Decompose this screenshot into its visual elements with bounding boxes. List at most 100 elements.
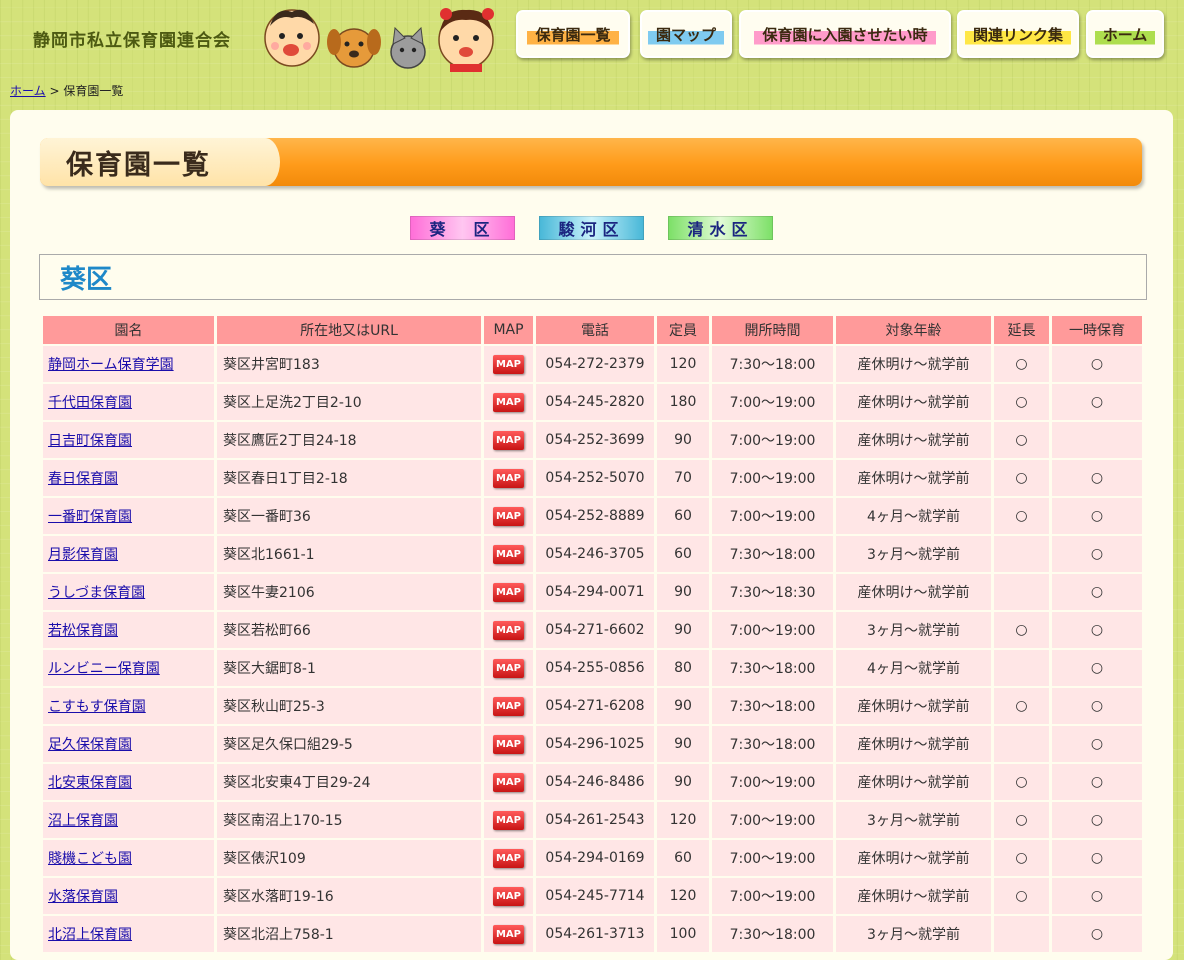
age-cell: 産休明け〜就学前 (836, 726, 991, 762)
nursery-name-link[interactable]: ルンビニー保育園 (48, 661, 160, 677)
phone-cell: 054-255-0856 (536, 650, 654, 686)
age-cell: 3ヶ月〜就学前 (836, 536, 991, 572)
temporary-care-cell: ○ (1052, 460, 1142, 496)
extended-care-cell: ○ (994, 422, 1049, 458)
map-button[interactable]: MAP (493, 886, 524, 906)
table-row: うしづま保育園 葵区牛妻2106 MAP 054-294-0071 90 7:30〜18:… (43, 574, 1142, 610)
ward-link-aoi[interactable]: 葵 区 (410, 216, 515, 240)
nursery-name-link[interactable]: 静岡ホーム保育学園 (48, 357, 174, 373)
nursery-name-link[interactable]: 一番町保育園 (48, 509, 132, 525)
nav-links-button[interactable]: 関連リンク集 (957, 10, 1079, 58)
map-button[interactable]: MAP (493, 848, 524, 868)
map-button[interactable]: MAP (493, 810, 524, 830)
nursery-name-link[interactable]: 沼上保育園 (48, 813, 118, 829)
breadcrumb: ホーム > 保育園一覧 (10, 82, 123, 99)
hours-cell: 7:00〜19:00 (712, 802, 833, 838)
table-row: こすもす保育園 葵区秋山町25-3 MAP 054-271-6208 90 7:30〜18… (43, 688, 1142, 724)
map-button[interactable]: MAP (493, 506, 524, 526)
nursery-name-link[interactable]: こすもす保育園 (48, 699, 146, 715)
table-row: 水落保育園 葵区水落町19-16 MAP 054-245-7714 120 7:00〜19… (43, 878, 1142, 914)
nursery-name-link[interactable]: 春日保育園 (48, 471, 118, 487)
nursery-name-link[interactable]: 北沼上保育園 (48, 927, 132, 943)
map-button[interactable]: MAP (493, 582, 524, 602)
extended-care-cell: ○ (994, 460, 1049, 496)
map-cell: MAP (484, 460, 533, 496)
extended-care-cell: ○ (994, 688, 1049, 724)
mascot-illustration (264, 8, 494, 72)
table-row: 千代田保育園 葵区上足洗2丁目2-10 MAP 054-245-2820 180 7:00… (43, 384, 1142, 420)
nav-nursery-list-button[interactable]: 保育園一覧 (516, 10, 630, 58)
map-cell: MAP (484, 536, 533, 572)
age-cell: 産休明け〜就学前 (836, 346, 991, 382)
nursery-name-link[interactable]: 北安東保育園 (48, 775, 132, 791)
extended-care-cell: ○ (994, 764, 1049, 800)
phone-cell: 054-246-3705 (536, 536, 654, 572)
phone-cell: 054-271-6602 (536, 612, 654, 648)
hours-cell: 7:30〜18:00 (712, 916, 833, 952)
nav-map-button[interactable]: 園マップ (640, 10, 732, 58)
ward-link-shimizu[interactable]: 清水区 (668, 216, 773, 240)
address-cell: 葵区一番町36 (217, 498, 481, 534)
map-button[interactable]: MAP (493, 734, 524, 754)
map-button[interactable]: MAP (493, 430, 524, 450)
age-cell: 4ヶ月〜就学前 (836, 498, 991, 534)
phone-cell: 054-245-2820 (536, 384, 654, 420)
map-cell: MAP (484, 764, 533, 800)
nursery-name-link[interactable]: 日吉町保育園 (48, 433, 132, 449)
capacity-cell: 90 (657, 726, 709, 762)
temporary-care-cell: ○ (1052, 384, 1142, 420)
nursery-name-link[interactable]: 水落保育園 (48, 889, 118, 905)
phone-cell: 054-294-0071 (536, 574, 654, 610)
map-button[interactable]: MAP (493, 392, 524, 412)
capacity-cell: 90 (657, 612, 709, 648)
phone-cell: 054-246-8486 (536, 764, 654, 800)
age-cell: 3ヶ月〜就学前 (836, 802, 991, 838)
map-button[interactable]: MAP (493, 696, 524, 716)
table-row: 若松保育園 葵区若松町66 MAP 054-271-6602 90 7:00〜19:00 3… (43, 612, 1142, 648)
temporary-care-cell: ○ (1052, 688, 1142, 724)
table-row: 賤機こども園 葵区俵沢109 MAP 054-294-0169 60 7:00〜19:00… (43, 840, 1142, 876)
nav-home-button[interactable]: ホーム (1086, 10, 1164, 58)
age-cell: 産休明け〜就学前 (836, 384, 991, 420)
age-cell: 産休明け〜就学前 (836, 688, 991, 724)
nursery-name-cell: 若松保育園 (43, 612, 214, 648)
address-cell: 葵区若松町66 (217, 612, 481, 648)
map-button[interactable]: MAP (493, 468, 524, 488)
nursery-name-link[interactable]: 賤機こども園 (48, 851, 132, 867)
map-button[interactable]: MAP (493, 658, 524, 678)
map-button[interactable]: MAP (493, 544, 524, 564)
table-header-row: 園名 所在地又はURL MAP 電話 定員 開所時間 対象年齢 延長 一時保育 (43, 316, 1142, 344)
nursery-name-link[interactable]: 千代田保育園 (48, 395, 132, 411)
hours-cell: 7:00〜19:00 (712, 612, 833, 648)
hours-cell: 7:30〜18:00 (712, 536, 833, 572)
nursery-name-link[interactable]: 若松保育園 (48, 623, 118, 639)
nursery-name-cell: うしづま保育園 (43, 574, 214, 610)
column-header-phone: 電話 (536, 316, 654, 344)
nursery-name-link[interactable]: 月影保育園 (48, 547, 118, 563)
extended-care-cell: ○ (994, 498, 1049, 534)
table-row: 一番町保育園 葵区一番町36 MAP 054-252-8889 60 7:00〜19:00… (43, 498, 1142, 534)
address-cell: 葵区水落町19-16 (217, 878, 481, 914)
breadcrumb-home-link[interactable]: ホーム (10, 84, 46, 98)
temporary-care-cell: ○ (1052, 878, 1142, 914)
hours-cell: 7:30〜18:00 (712, 346, 833, 382)
map-button[interactable]: MAP (493, 620, 524, 640)
map-cell: MAP (484, 840, 533, 876)
temporary-care-cell: ○ (1052, 916, 1142, 952)
nursery-name-link[interactable]: 足久保保育園 (48, 737, 132, 753)
ward-link-suruga[interactable]: 駿河区 (539, 216, 644, 240)
address-cell: 葵区秋山町25-3 (217, 688, 481, 724)
map-button[interactable]: MAP (493, 924, 524, 944)
age-cell: 3ヶ月〜就学前 (836, 916, 991, 952)
nav-enrollment-button[interactable]: 保育園に入園させたい時 (739, 10, 951, 58)
site-title[interactable]: 静岡市私立保育園連合会 (33, 26, 231, 51)
capacity-cell: 90 (657, 764, 709, 800)
map-button[interactable]: MAP (493, 772, 524, 792)
map-cell: MAP (484, 802, 533, 838)
address-cell: 葵区北安東4丁目29-24 (217, 764, 481, 800)
capacity-cell: 120 (657, 346, 709, 382)
map-cell: MAP (484, 878, 533, 914)
nursery-name-link[interactable]: うしづま保育園 (48, 585, 145, 601)
map-button[interactable]: MAP (493, 354, 524, 374)
address-cell: 葵区北沼上758-1 (217, 916, 481, 952)
